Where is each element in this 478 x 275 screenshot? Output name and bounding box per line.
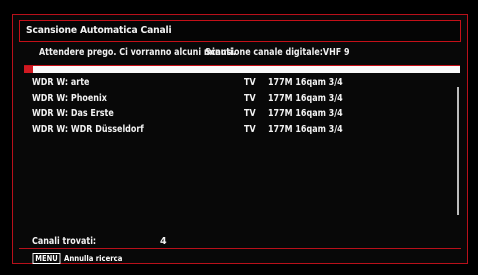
channels-found-label: Canali trovati: [32, 236, 97, 247]
title-bar: Scansione Automatica Canali [19, 20, 461, 42]
channel-info: 177M 16qam 3/4 [268, 92, 343, 104]
dialog-title: Scansione Automatica Canali [26, 25, 172, 36]
channel-list: WDR W: arte TV 177M 16qam 3/4 WDR W: Pho… [25, 75, 455, 137]
channel-type: TV [244, 77, 256, 88]
scrollbar[interactable] [457, 87, 459, 215]
channel-info: 177M 16qam 3/4 [268, 123, 343, 135]
scan-dialog: Scansione Automatica Canali Attendere pr… [12, 14, 468, 264]
list-item: WDR W: WDR Düsseldorf TV 177M 16qam 3/4 [25, 122, 455, 138]
channel-name: WDR W: Phoenix [32, 92, 107, 104]
channel-type: TV [244, 108, 256, 119]
channel-info: 177M 16qam 3/4 [268, 77, 343, 88]
channel-info: 177M 16qam 3/4 [268, 108, 343, 119]
list-item: WDR W: Phoenix TV 177M 16qam 3/4 [25, 91, 455, 107]
channel-type: TV [244, 92, 256, 104]
channel-name: WDR W: WDR Düsseldorf [32, 123, 144, 135]
channels-found-count: 4 [160, 236, 167, 247]
scan-status: Scansione canale digitale:VHF 9 [205, 47, 350, 58]
list-item: WDR W: Das Erste TV 177M 16qam 3/4 [25, 106, 455, 122]
cancel-search-hint: Annulla ricerca [63, 254, 123, 263]
list-item: WDR W: arte TV 177M 16qam 3/4 [25, 75, 455, 91]
status-row: Attendere prego. Ci vorranno alcuni minu… [19, 45, 461, 61]
menu-key-button[interactable]: MENU [32, 253, 61, 264]
channel-type: TV [244, 123, 256, 135]
channel-name: WDR W: Das Erste [32, 108, 114, 119]
progress-bar [24, 65, 460, 73]
channel-name: WDR W: arte [32, 77, 90, 88]
footer-hint: MENU Annulla ricerca [31, 253, 132, 265]
progress-fill [24, 66, 33, 73]
divider [19, 248, 461, 249]
